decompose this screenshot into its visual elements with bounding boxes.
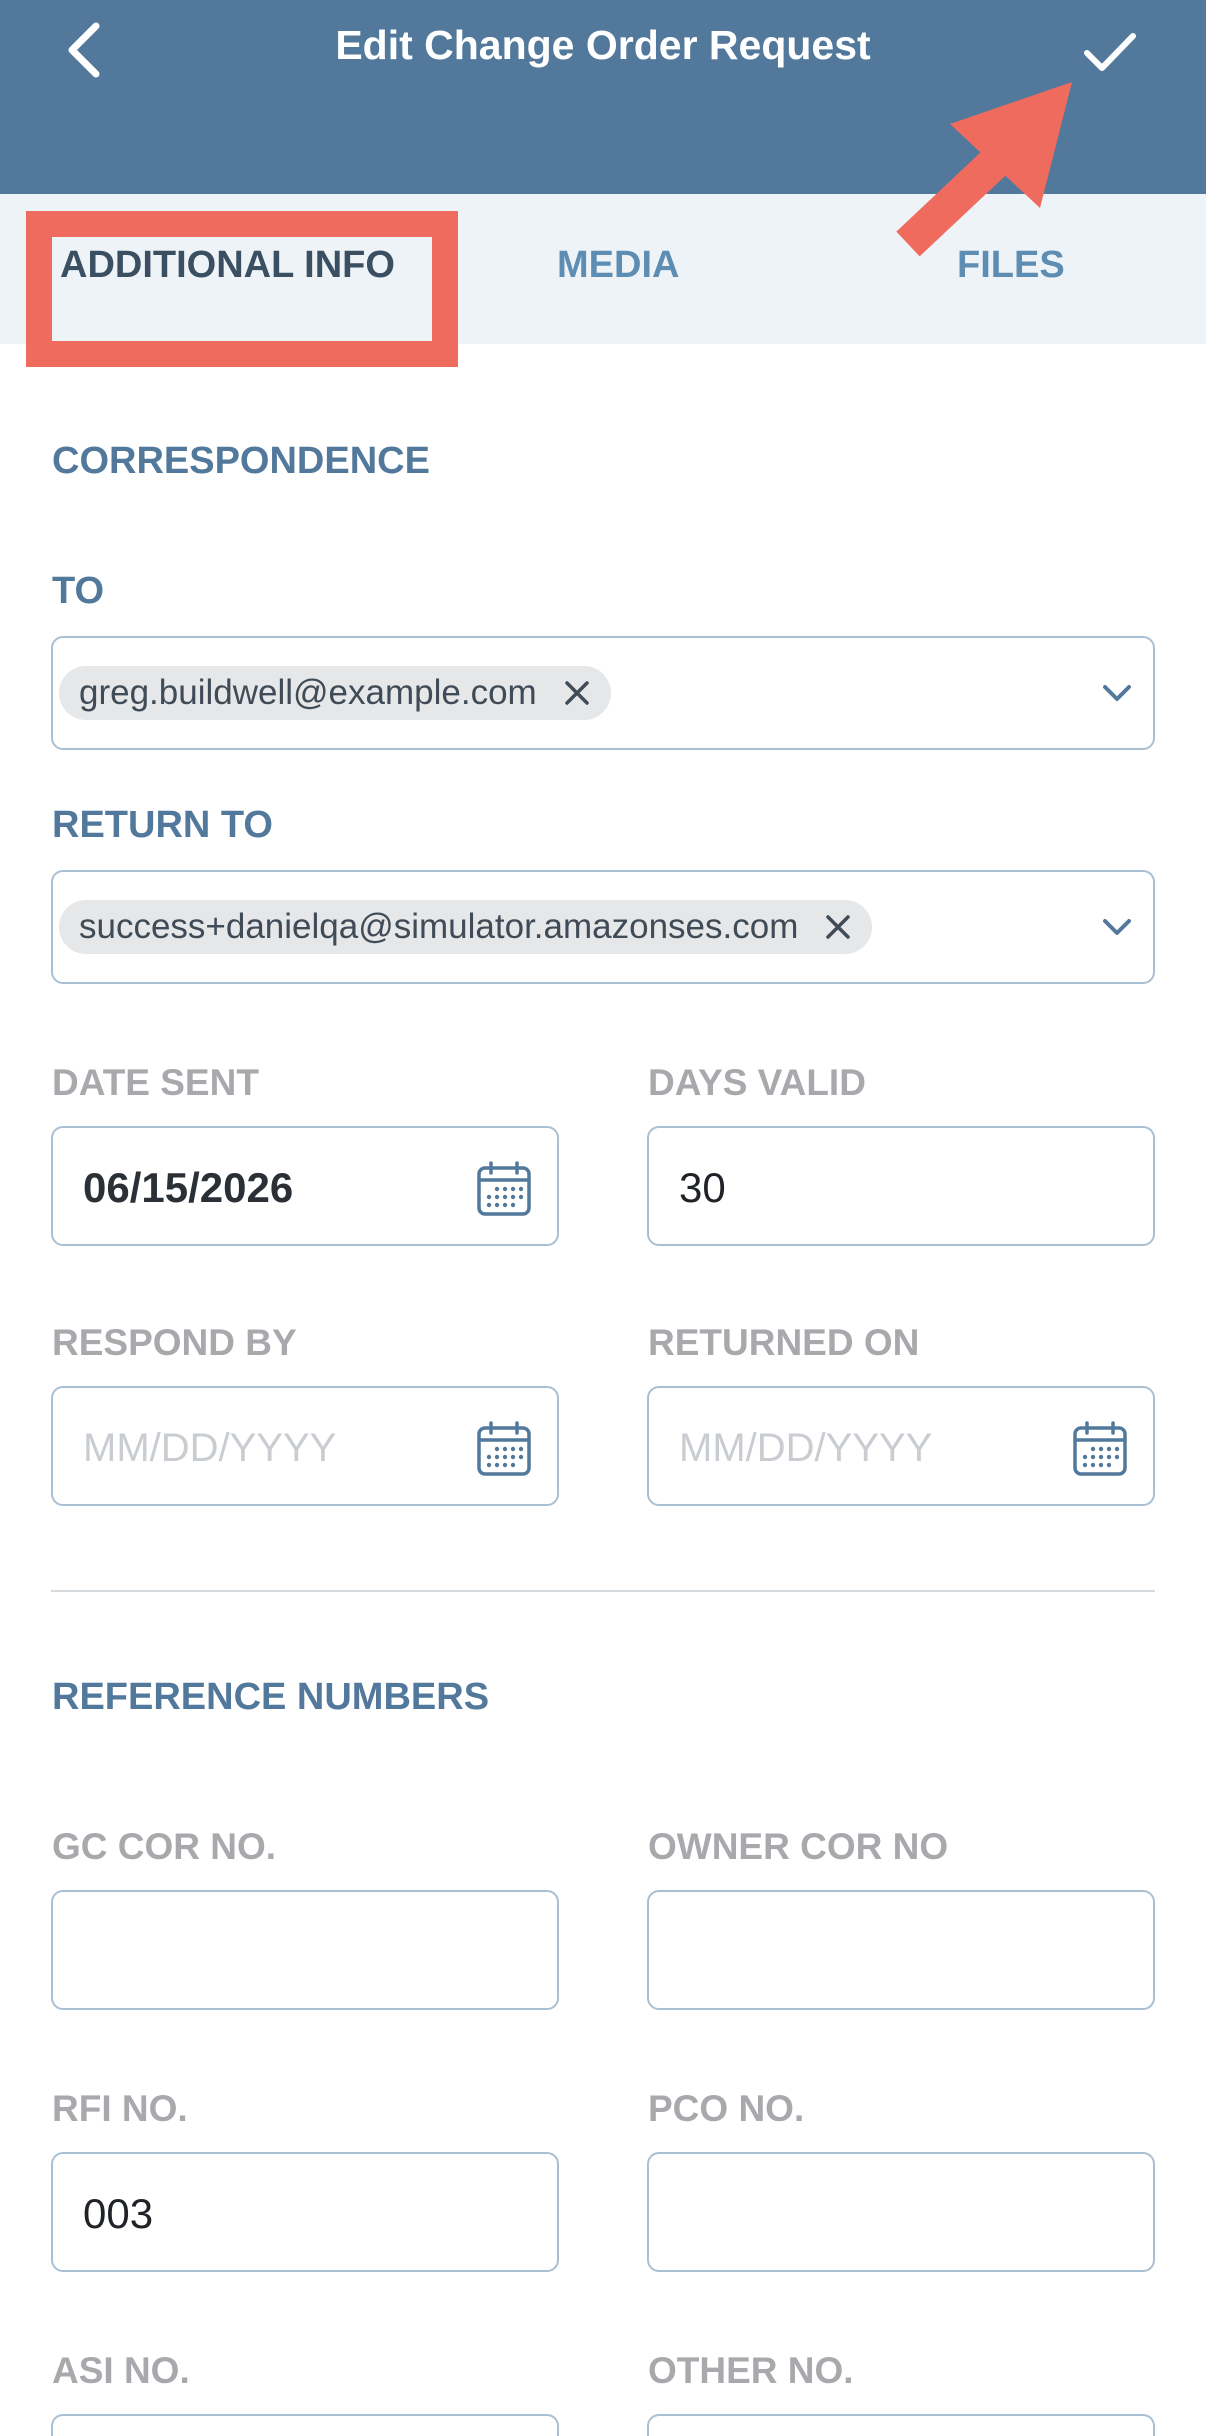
respond-by-input[interactable]: MM/DD/YYYY — [51, 1386, 559, 1506]
return-to-label: RETURN TO — [52, 804, 273, 846]
returned-on-label: RETURNED ON — [648, 1322, 920, 1363]
gc-cor-input[interactable] — [51, 1890, 559, 2010]
rfi-value: 003 — [83, 2190, 154, 2237]
section-title-reference-numbers: REFERENCE NUMBERS — [52, 1676, 490, 1718]
asi-label: ASI NO. — [52, 2350, 190, 2391]
calendar-icon[interactable] — [1071, 1420, 1129, 1478]
date-sent-label: DATE SENT — [52, 1062, 259, 1103]
days-valid-value: 30 — [679, 1164, 726, 1211]
page-title: Edit Change Order Request — [335, 22, 871, 68]
highlight-box-annotation — [26, 211, 458, 367]
checkmark-icon — [1084, 33, 1136, 71]
section-title-correspondence: CORRESPONDENCE — [52, 440, 430, 482]
calendar-icon[interactable] — [475, 1160, 533, 1218]
respond-by-placeholder: MM/DD/YYYY — [83, 1426, 337, 1470]
days-valid-label: DAYS VALID — [648, 1062, 866, 1103]
to-select[interactable]: greg.buildwell@example.com — [51, 636, 1155, 750]
return-to-select[interactable]: success+danielqa@simulator.amazonses.com — [51, 870, 1155, 984]
respond-by-label: RESPOND BY — [52, 1322, 297, 1363]
section-divider — [51, 1590, 1155, 1592]
owner-cor-input[interactable] — [647, 1890, 1155, 2010]
owner-cor-label: OWNER COR NO — [648, 1826, 949, 1867]
pco-label: PCO NO. — [648, 2088, 805, 2129]
tab-media[interactable]: MEDIA — [557, 244, 679, 287]
returned-on-input[interactable]: MM/DD/YYYY — [647, 1386, 1155, 1506]
other-no-label: OTHER NO. — [648, 2350, 854, 2391]
gc-cor-label: GC COR NO. — [52, 1826, 277, 1867]
chevron-down-icon[interactable] — [1099, 676, 1135, 712]
chevron-down-icon[interactable] — [1099, 910, 1135, 946]
date-sent-value: 06/15/2026 — [83, 1164, 294, 1211]
rfi-label: RFI NO. — [52, 2088, 188, 2129]
returned-on-placeholder: MM/DD/YYYY — [679, 1426, 933, 1470]
asi-input[interactable] — [51, 2414, 559, 2436]
other-no-input[interactable] — [647, 2414, 1155, 2436]
to-label: TO — [52, 570, 105, 612]
return-to-chip-text: success+danielqa@simulator.amazonses.com — [79, 907, 799, 946]
close-icon[interactable] — [563, 679, 591, 707]
date-sent-input[interactable]: 06/15/2026 — [51, 1126, 559, 1246]
close-icon[interactable] — [824, 913, 852, 941]
to-chip: greg.buildwell@example.com — [59, 666, 611, 720]
to-chip-text: greg.buildwell@example.com — [79, 673, 537, 712]
arrow-annotation-icon — [896, 82, 1072, 257]
calendar-icon[interactable] — [475, 1420, 533, 1478]
rfi-input[interactable]: 003 — [51, 2152, 559, 2272]
return-to-chip: success+danielqa@simulator.amazonses.com — [59, 900, 873, 954]
days-valid-input[interactable]: 30 — [647, 1126, 1155, 1246]
pco-input[interactable] — [647, 2152, 1155, 2272]
